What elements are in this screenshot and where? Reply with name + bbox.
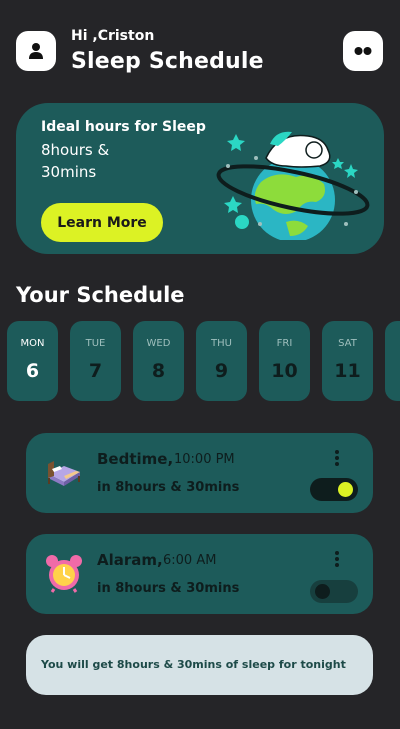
alarm-toggle[interactable] xyxy=(310,580,358,603)
day-wed[interactable]: WED 8 xyxy=(133,321,184,401)
sleep-summary-text: You will get 8hours & 30mins of sleep fo… xyxy=(41,658,346,671)
day-sat[interactable]: SAT 11 xyxy=(322,321,373,401)
day-fri[interactable]: FRI 10 xyxy=(259,321,310,401)
bed-icon xyxy=(48,461,80,486)
alarm-title: Alaram, xyxy=(97,551,163,569)
day-name: FRI xyxy=(276,338,293,349)
toggle-knob xyxy=(338,482,353,497)
ideal-sleep-hours: 8hours & xyxy=(41,141,110,159)
day-mon[interactable]: MON 6 xyxy=(7,321,58,401)
day-name: WED xyxy=(146,338,171,349)
day-name: MON xyxy=(20,338,45,349)
day-name: SAT xyxy=(338,338,357,349)
alarm-time: 6:00 AM xyxy=(163,553,217,568)
ideal-sleep-heading: Ideal hours for Sleep xyxy=(41,119,206,135)
day-date: 6 xyxy=(25,360,40,382)
schedule-title: Your Schedule xyxy=(16,283,185,307)
bedtime-more-icon[interactable] xyxy=(333,448,341,468)
menu-button[interactable] xyxy=(343,31,383,71)
profile-button[interactable] xyxy=(16,31,56,71)
day-next-partial[interactable] xyxy=(385,321,400,401)
bedtime-title: Bedtime, xyxy=(97,450,174,468)
day-date: 7 xyxy=(88,360,103,382)
alarm-countdown: in 8hours & 30mins xyxy=(97,581,240,596)
day-date: 8 xyxy=(151,360,166,382)
page-title: Sleep Schedule xyxy=(71,49,264,74)
day-thu[interactable]: THU 9 xyxy=(196,321,247,401)
bedtime-toggle[interactable] xyxy=(310,478,358,501)
day-date: 11 xyxy=(334,360,361,382)
greeting-text: Hi ,Criston xyxy=(71,28,155,44)
bedtime-time: 10:00 PM xyxy=(174,452,235,467)
day-name: TUE xyxy=(85,338,106,349)
dots-icon xyxy=(354,47,372,55)
day-name: THU xyxy=(211,338,232,349)
bedtime-countdown: in 8hours & 30mins xyxy=(97,480,240,495)
day-date: 9 xyxy=(214,360,229,382)
alarm-clock-icon xyxy=(46,555,82,593)
sleeping-on-planet-illustration xyxy=(216,131,370,240)
learn-more-button[interactable]: Learn More xyxy=(41,203,163,242)
day-date: 10 xyxy=(271,360,298,382)
toggle-knob xyxy=(315,584,330,599)
day-tue[interactable]: TUE 7 xyxy=(70,321,121,401)
ideal-sleep-mins: 30mins xyxy=(41,163,97,181)
alarm-more-icon[interactable] xyxy=(333,549,341,569)
user-icon xyxy=(29,43,43,59)
